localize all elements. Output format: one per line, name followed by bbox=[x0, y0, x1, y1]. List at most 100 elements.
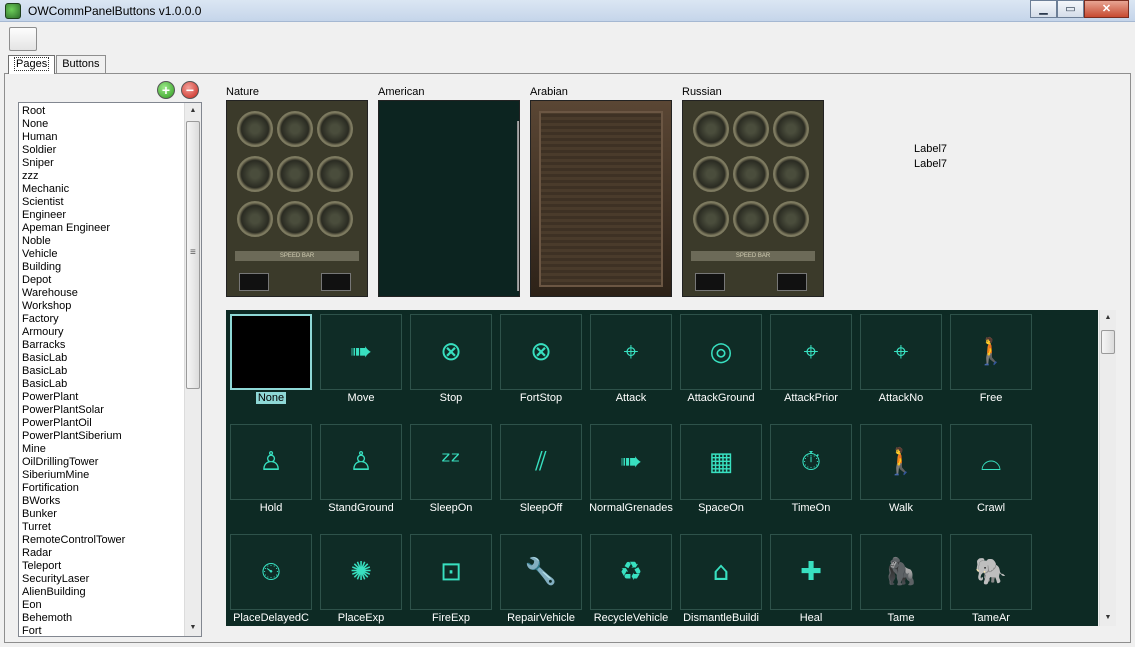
button-tile[interactable]: ⌖ bbox=[860, 314, 942, 390]
tab-pages[interactable]: Pages bbox=[8, 55, 56, 74]
button-tile[interactable]: 🔧 bbox=[500, 534, 582, 610]
command-button-timeon[interactable]: ⏱ TimeOn bbox=[766, 420, 856, 530]
page-list-item[interactable]: SecurityLaser bbox=[19, 573, 185, 586]
command-button-attackprior[interactable]: ⌖ AttackPrior bbox=[766, 310, 856, 420]
maximize-button[interactable]: ▭ bbox=[1057, 0, 1084, 18]
page-list-item[interactable]: Mine bbox=[19, 443, 185, 456]
scroll-down-icon[interactable]: ▼ bbox=[185, 620, 201, 636]
command-button-attack[interactable]: ⌖ Attack bbox=[586, 310, 676, 420]
command-button-spaceon[interactable]: ▦ SpaceOn bbox=[676, 420, 766, 530]
remove-page-button[interactable]: − bbox=[181, 81, 199, 99]
command-button-hold[interactable]: ♙ Hold bbox=[226, 420, 316, 530]
page-list-item[interactable]: Noble bbox=[19, 235, 185, 248]
command-button-attackno[interactable]: ⌖ AttackNo bbox=[856, 310, 946, 420]
page-list-item[interactable]: Engineer bbox=[19, 209, 185, 222]
command-button-move[interactable]: ➠ Move bbox=[316, 310, 406, 420]
command-button-free[interactable]: 🚶 Free bbox=[946, 310, 1036, 420]
button-tile[interactable]: ⌖ bbox=[590, 314, 672, 390]
page-list-item[interactable]: Sniper bbox=[19, 157, 185, 170]
page-list-item[interactable]: PowerPlant bbox=[19, 391, 185, 404]
command-button-repairvehicle[interactable]: 🔧 RepairVehicle bbox=[496, 530, 586, 626]
command-button-tame[interactable]: 🦍 Tame bbox=[856, 530, 946, 626]
command-button-tamear[interactable]: 🐘 TameAr bbox=[946, 530, 1036, 626]
button-tile[interactable]: ⊗ bbox=[410, 314, 492, 390]
command-button-sleepon[interactable]: ᶻᶻ SleepOn bbox=[406, 420, 496, 530]
page-list-item[interactable]: None bbox=[19, 118, 185, 131]
page-list-item[interactable]: Scientist bbox=[19, 196, 185, 209]
button-tile[interactable]: ➠ bbox=[590, 424, 672, 500]
button-tile[interactable]: 🐘 bbox=[950, 534, 1032, 610]
button-tile[interactable]: ◎ bbox=[680, 314, 762, 390]
scroll-up-icon[interactable]: ▲ bbox=[1100, 310, 1116, 326]
button-tile[interactable]: ➠ bbox=[320, 314, 402, 390]
button-tile[interactable]: ♙ bbox=[320, 424, 402, 500]
page-list-item[interactable]: Mechanic bbox=[19, 183, 185, 196]
command-button-placeexp[interactable]: ✺ PlaceExp bbox=[316, 530, 406, 626]
command-button-recyclevehicle[interactable]: ♻ RecycleVehicle bbox=[586, 530, 676, 626]
comm-panel-image[interactable] bbox=[378, 100, 520, 297]
scroll-up-icon[interactable]: ▲ bbox=[185, 103, 201, 119]
page-list-item[interactable]: RemoteControlTower bbox=[19, 534, 185, 547]
tab-buttons[interactable]: Buttons bbox=[56, 55, 106, 73]
button-tile[interactable]: 🚶 bbox=[950, 314, 1032, 390]
page-list-item[interactable]: Human bbox=[19, 131, 185, 144]
command-button-stop[interactable]: ⊗ Stop bbox=[406, 310, 496, 420]
comm-panel-image[interactable] bbox=[530, 100, 672, 297]
button-tile[interactable] bbox=[230, 314, 312, 390]
page-list-item[interactable]: Radar bbox=[19, 547, 185, 560]
toolbar-button[interactable] bbox=[9, 27, 37, 51]
page-list-item[interactable]: Root bbox=[19, 105, 185, 118]
scroll-thumb[interactable] bbox=[186, 121, 200, 389]
page-list-item[interactable]: Fortification bbox=[19, 482, 185, 495]
button-grid-scrollbar[interactable]: ▲ ▼ bbox=[1099, 310, 1116, 626]
minimize-button[interactable]: ▁ bbox=[1030, 0, 1057, 18]
scroll-down-icon[interactable]: ▼ bbox=[1100, 610, 1116, 626]
scroll-thumb[interactable] bbox=[1101, 330, 1115, 354]
page-list-item[interactable]: Bunker bbox=[19, 508, 185, 521]
command-button-normalgrenades[interactable]: ➠ NormalGrenades bbox=[586, 420, 676, 530]
button-tile[interactable]: ✺ bbox=[320, 534, 402, 610]
command-button-placedelayedc[interactable]: ⏲ PlaceDelayedC bbox=[226, 530, 316, 626]
button-tile[interactable]: ⌖ bbox=[770, 314, 852, 390]
page-list-item[interactable]: Barracks bbox=[19, 339, 185, 352]
comm-panel-image[interactable]: SPEED BAR bbox=[226, 100, 368, 297]
button-tile[interactable]: 🦍 bbox=[860, 534, 942, 610]
button-tile[interactable]: ⊗ bbox=[500, 314, 582, 390]
page-list-item[interactable]: PowerPlantSolar bbox=[19, 404, 185, 417]
button-tile[interactable]: ⏱ bbox=[770, 424, 852, 500]
close-button[interactable]: ✕ bbox=[1084, 0, 1129, 18]
page-list-item[interactable]: SiberiumMine bbox=[19, 469, 185, 482]
add-page-button[interactable]: + bbox=[157, 81, 175, 99]
page-list-item[interactable]: Turret bbox=[19, 521, 185, 534]
page-list-item[interactable]: zzz bbox=[19, 170, 185, 183]
button-tile[interactable]: 🚶 bbox=[860, 424, 942, 500]
button-tile[interactable]: ᶻᶻ bbox=[410, 424, 492, 500]
comm-panel-image[interactable]: SPEED BAR bbox=[682, 100, 824, 297]
page-list-item[interactable]: Apeman Engineer bbox=[19, 222, 185, 235]
page-list-item[interactable]: Behemoth bbox=[19, 612, 185, 625]
page-list-item[interactable]: Depot bbox=[19, 274, 185, 287]
page-list-item[interactable]: Workshop bbox=[19, 300, 185, 313]
command-button-fortstop[interactable]: ⊗ FortStop bbox=[496, 310, 586, 420]
page-list-item[interactable]: BasicLab bbox=[19, 352, 185, 365]
page-list-item[interactable]: Armoury bbox=[19, 326, 185, 339]
page-list-item[interactable]: Vehicle bbox=[19, 248, 185, 261]
page-list-item[interactable]: BasicLab bbox=[19, 378, 185, 391]
page-list-item[interactable]: Teleport bbox=[19, 560, 185, 573]
button-tile[interactable]: ⏲ bbox=[230, 534, 312, 610]
command-button-walk[interactable]: 🚶 Walk bbox=[856, 420, 946, 530]
button-tile[interactable]: ⫽ bbox=[500, 424, 582, 500]
command-button-dismantlebuildi[interactable]: ⌂ DismantleBuildi bbox=[676, 530, 766, 626]
page-list-scrollbar[interactable]: ▲ ▼ bbox=[184, 103, 201, 636]
button-tile[interactable]: ⊡ bbox=[410, 534, 492, 610]
command-button-attackground[interactable]: ◎ AttackGround bbox=[676, 310, 766, 420]
button-tile[interactable]: ♙ bbox=[230, 424, 312, 500]
button-tile[interactable]: ⌓ bbox=[950, 424, 1032, 500]
command-button-none[interactable]: None bbox=[226, 310, 316, 420]
button-tile[interactable]: ✚ bbox=[770, 534, 852, 610]
button-tile[interactable]: ⌂ bbox=[680, 534, 762, 610]
command-button-standground[interactable]: ♙ StandGround bbox=[316, 420, 406, 530]
command-button-fireexp[interactable]: ⊡ FireExp bbox=[406, 530, 496, 626]
page-list-item[interactable]: Building bbox=[19, 261, 185, 274]
button-tile[interactable]: ▦ bbox=[680, 424, 762, 500]
